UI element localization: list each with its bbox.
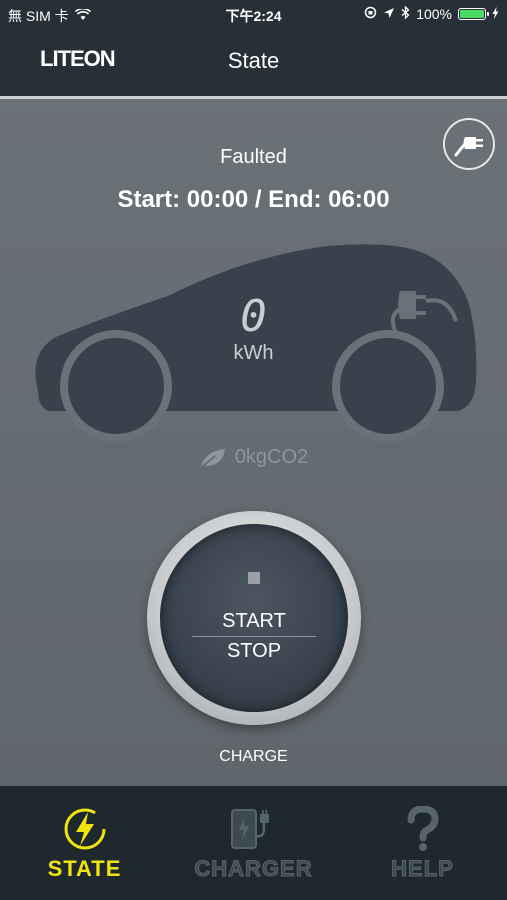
charge-schedule: Start: 00:00 / End: 06:00 [117, 186, 390, 213]
charger-status: Faulted [220, 146, 287, 168]
status-bar: 無 SIM 卡 下午2:24 100% [0, 0, 507, 28]
energy-value: 0 [240, 291, 267, 342]
bluetooth-icon [401, 5, 410, 22]
battery-fill [460, 10, 484, 18]
battery-icon [458, 8, 489, 20]
tab-help-label: HELP [391, 856, 454, 882]
battery-cap [487, 12, 489, 16]
stop-square-icon [248, 572, 260, 584]
button-divider [192, 636, 316, 637]
nav-bar: LITEON State [0, 28, 507, 96]
lightning-icon [0, 806, 169, 856]
rotation-lock-icon [364, 6, 377, 22]
tab-charger-label: CHARGER [194, 856, 313, 882]
co2-savings: 0kgCO2 [0, 446, 507, 469]
energy-unit: kWh [233, 342, 274, 364]
tab-state[interactable]: STATE [0, 786, 169, 900]
co2-value: 0kgCO2 [234, 446, 309, 468]
start-label: START [222, 610, 286, 632]
battery-percent: 100% [416, 6, 452, 22]
start-stop-charge-button[interactable]: START STOP [147, 511, 361, 725]
page-title: State [227, 48, 280, 73]
status-right: 100% [364, 5, 499, 22]
charge-label: CHARGE [219, 748, 288, 765]
location-icon [383, 6, 395, 22]
charger-icon [169, 806, 338, 856]
tab-state-label: STATE [47, 856, 122, 881]
tab-help[interactable]: HELP [338, 786, 507, 900]
main-content: Faulted Start: 00:00 / End: 06:00 0 kWh … [0, 96, 507, 786]
start-stop-core[interactable]: START STOP [160, 524, 348, 712]
question-icon [338, 806, 507, 856]
tab-bar: STATE CHARGER HELP [0, 786, 507, 900]
leaf-icon [200, 448, 225, 468]
charging-bolt-icon [492, 6, 499, 22]
tab-charger[interactable]: CHARGER [169, 786, 338, 900]
stop-label: STOP [226, 640, 282, 662]
